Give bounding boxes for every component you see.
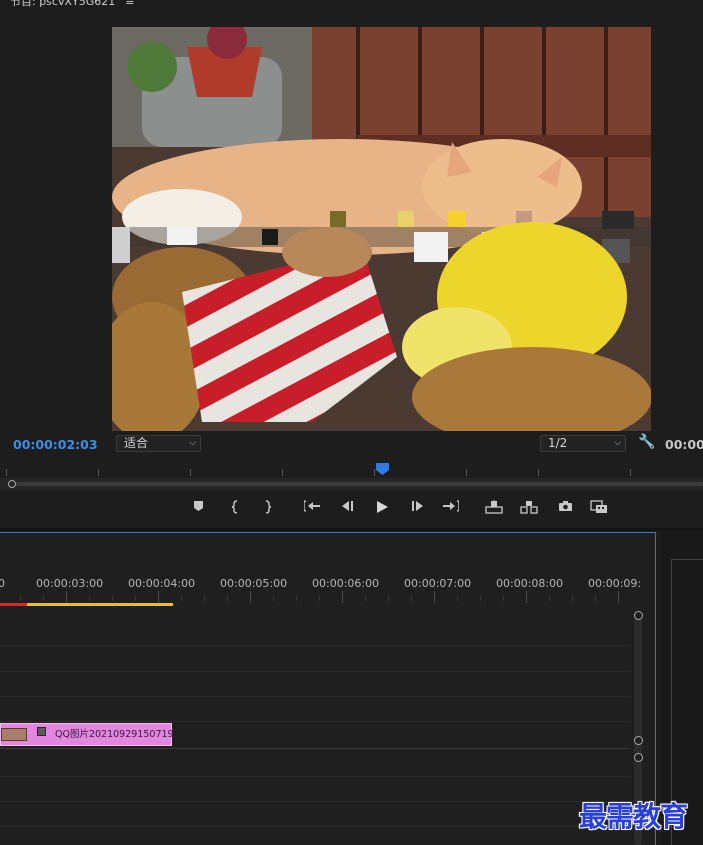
- ruler-label: 00:00:08:00: [496, 577, 564, 590]
- chevron-down-icon: ⌵: [189, 438, 196, 448]
- clip-name: QQ图片20210929150719.: [55, 729, 177, 740]
- mark-in-icon[interactable]: [228, 499, 244, 517]
- panel-title: 节目: pscvXY5G621: [10, 0, 116, 8]
- track-divider: [0, 696, 631, 697]
- transport-controls: [0, 499, 703, 517]
- chevron-down-icon: ⌵: [614, 438, 621, 448]
- resolution-value: 1/2: [548, 436, 568, 450]
- ruler-label: 00:00:06:00: [312, 577, 380, 590]
- wrench-icon[interactable]: 🔧: [638, 434, 655, 450]
- panel-divider[interactable]: [0, 528, 703, 531]
- track-divider: [0, 645, 631, 646]
- current-timecode[interactable]: 00:00:02:03: [13, 437, 98, 452]
- scroll-handle-top[interactable]: [634, 611, 643, 620]
- zoom-fit-dropdown[interactable]: 适合 ⌵: [116, 435, 201, 452]
- ruler-label: 00:00:09:: [588, 577, 642, 590]
- audio-scroll-handle[interactable]: [634, 753, 643, 762]
- track-divider: [0, 721, 631, 722]
- scroll-handle-bottom[interactable]: [634, 736, 643, 745]
- track-divider: [0, 826, 631, 827]
- video-clip[interactable]: QQ图片20210929150719.: [0, 723, 177, 746]
- ruler-label-partial: 0: [0, 577, 5, 590]
- panel-menu-icon[interactable]: ≡: [125, 0, 134, 8]
- work-area-bar-rendered-red[interactable]: [0, 603, 27, 606]
- ruler-label: 00:00:07:00: [404, 577, 472, 590]
- monitor-zoom-scrollbar[interactable]: [0, 478, 703, 490]
- scroll-handle[interactable]: [8, 480, 16, 488]
- scroll-track: [16, 482, 703, 486]
- button-editor-icon[interactable]: [589, 499, 609, 517]
- play-icon[interactable]: [373, 499, 391, 517]
- lift-icon[interactable]: [484, 499, 504, 517]
- work-area-bar-unrendered[interactable]: [27, 603, 173, 606]
- resolution-dropdown[interactable]: 1/2 ⌵: [540, 435, 626, 452]
- timeline-panel: 0 00:00:03:00 00:00:04:00 00:00:05:00 00…: [0, 532, 656, 845]
- ruler-label: 00:00:03:00: [36, 577, 104, 590]
- ruler-label: 00:00:05:00: [220, 577, 288, 590]
- mark-out-icon[interactable]: [259, 499, 275, 517]
- zoom-fit-value: 适合: [124, 436, 149, 450]
- ruler-label: 00:00:04:00: [128, 577, 196, 590]
- duration-timecode: 00:00:: [665, 437, 703, 452]
- go-to-in-icon[interactable]: [303, 499, 321, 517]
- clip-thumbnail: [1, 728, 27, 741]
- preview-frame-image: [112, 27, 651, 431]
- watermark-logo: 最需教育: [579, 800, 688, 833]
- go-to-out-icon[interactable]: [441, 499, 461, 517]
- premiere-window: 节目: pscvXY5G621 ≡ 00:00:02:03 适合 ⌵ 1/2 ⌵…: [0, 0, 703, 845]
- playhead-marker[interactable]: [376, 463, 389, 475]
- extract-icon[interactable]: [519, 499, 539, 517]
- step-back-icon[interactable]: [338, 499, 356, 517]
- track-divider: [0, 671, 631, 672]
- track-divider: [0, 776, 631, 777]
- step-forward-icon[interactable]: [409, 499, 427, 517]
- video-preview: [112, 27, 651, 431]
- fx-badge-icon: [37, 727, 46, 736]
- monitor-time-ruler[interactable]: [0, 462, 703, 476]
- program-monitor-title[interactable]: 节目: pscvXY5G621 ≡: [10, 0, 134, 9]
- add-marker-icon[interactable]: [190, 499, 206, 517]
- track-divider: [0, 801, 631, 802]
- video-audio-divider[interactable]: [0, 748, 631, 749]
- export-frame-icon[interactable]: [556, 499, 574, 517]
